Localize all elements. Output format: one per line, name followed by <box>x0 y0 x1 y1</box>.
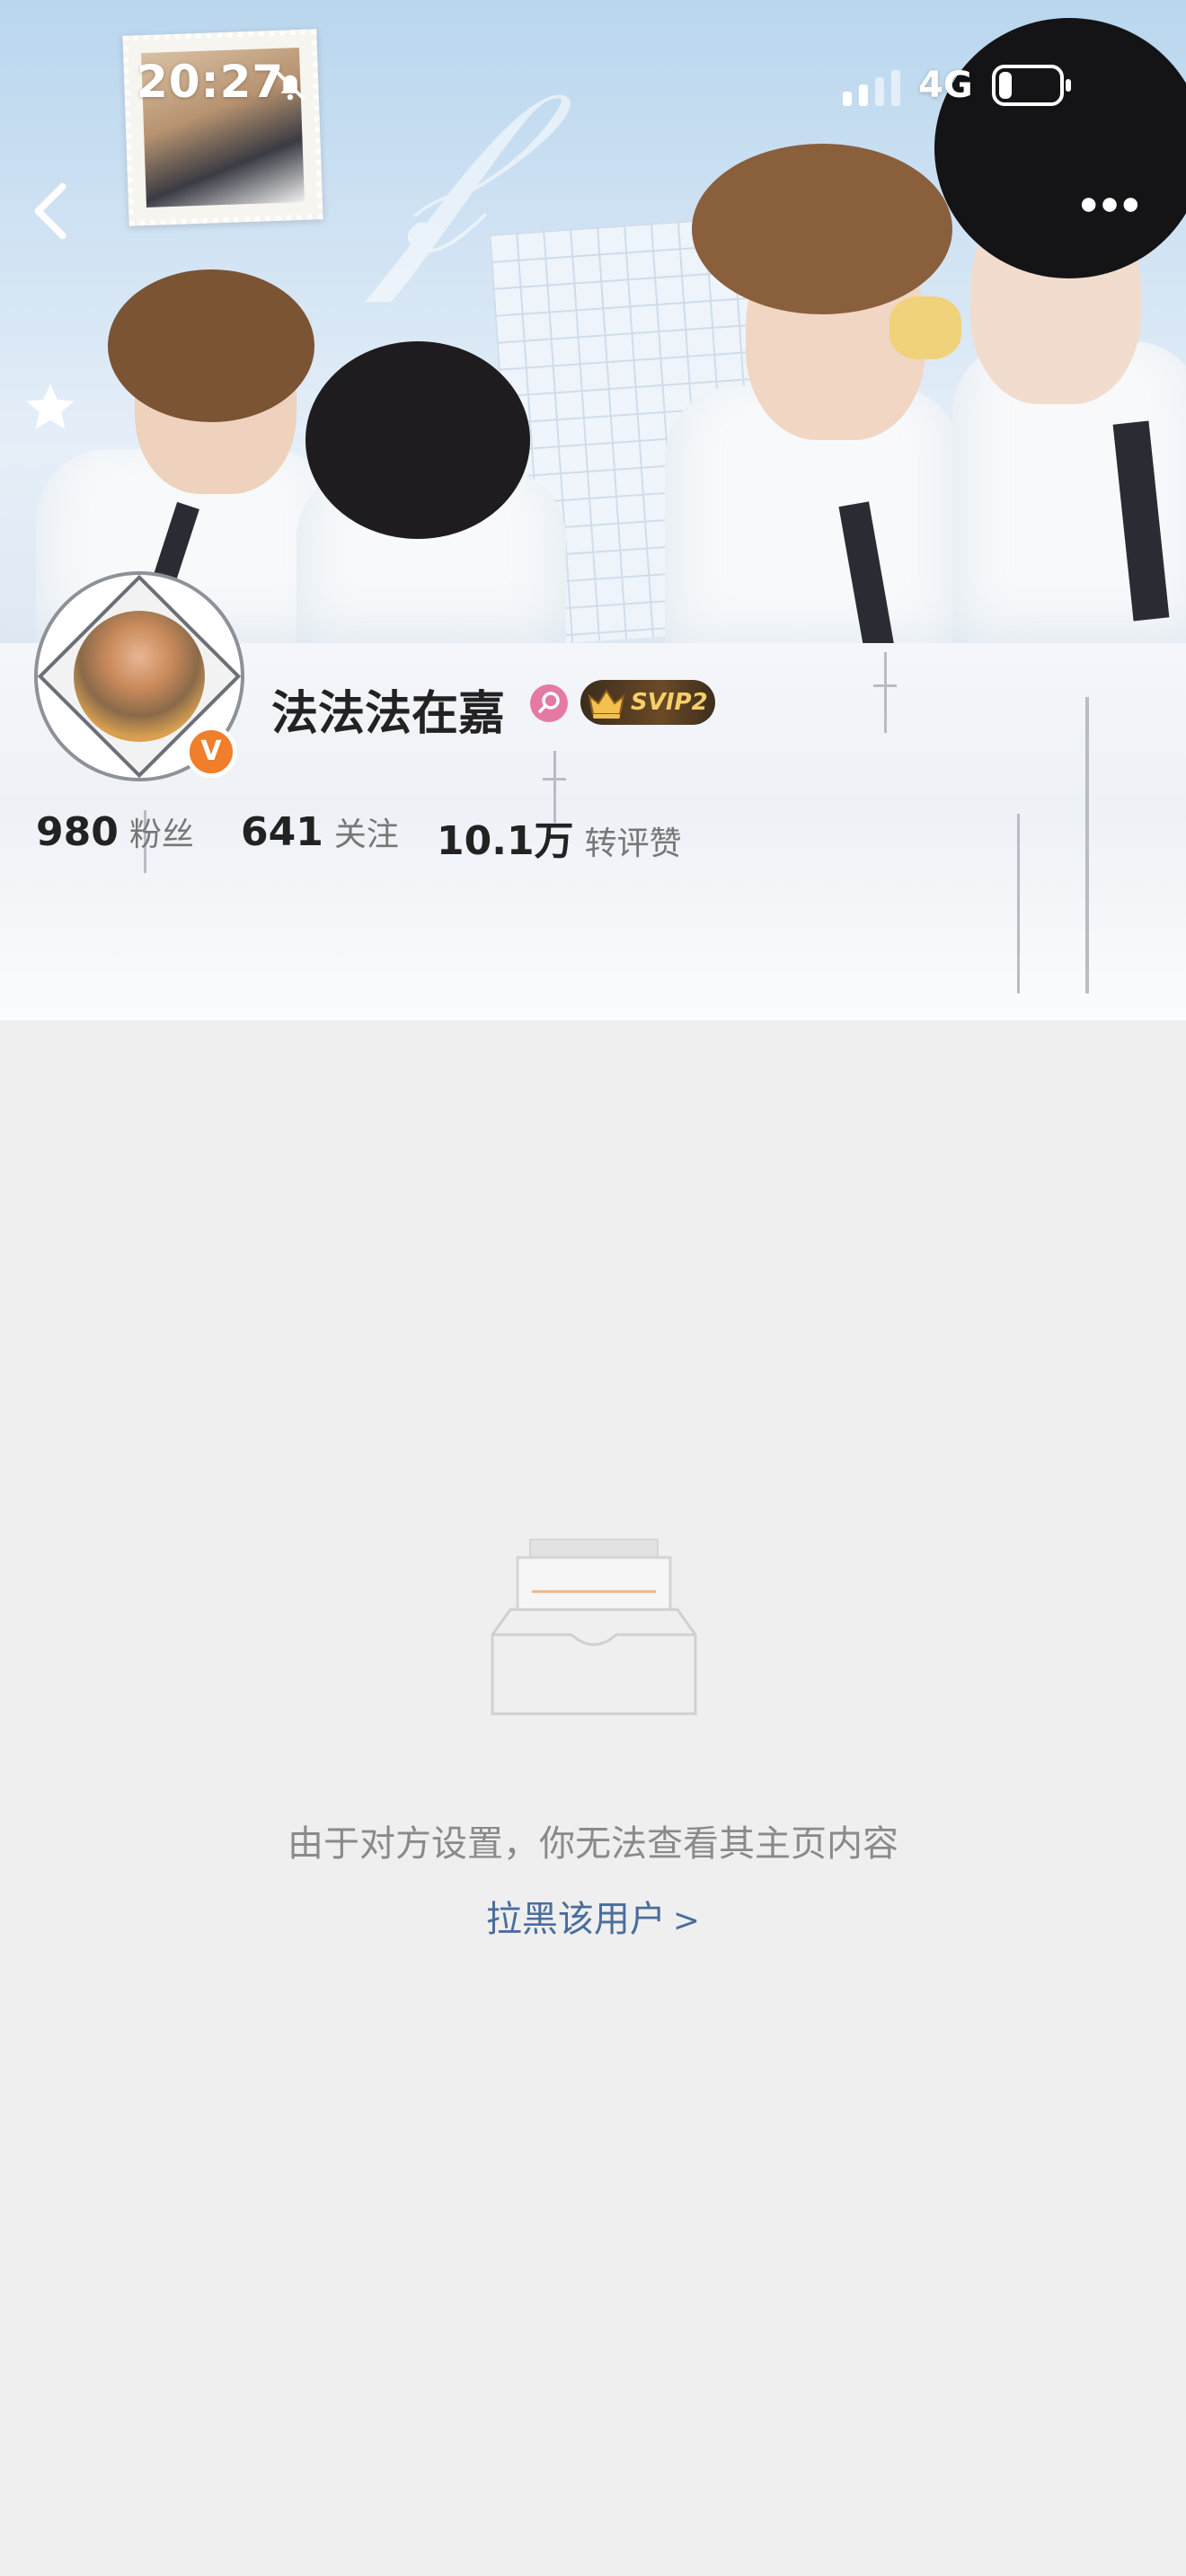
stat-following[interactable]: 641 关注 <box>241 808 399 855</box>
empty-state-message: 由于对方设置，你无法查看其主页内容 <box>288 1823 898 1865</box>
stat-label: 粉丝 <box>128 816 194 853</box>
battery-icon <box>992 65 1071 106</box>
verified-badge: V <box>185 726 237 778</box>
stat-value: 980 <box>36 809 119 855</box>
decorative-divider <box>1017 814 1020 993</box>
cover-figure <box>890 296 961 359</box>
stat-label: 关注 <box>333 816 399 853</box>
stat-interactions[interactable]: 10.1万 转评赞 <box>437 808 682 866</box>
more-icon[interactable] <box>1078 180 1141 234</box>
block-user-link[interactable]: 拉黑该用户 > <box>0 1890 1186 1942</box>
cover-figure <box>305 341 530 539</box>
female-icon <box>530 684 568 722</box>
cover-figure <box>108 269 314 422</box>
crown-icon <box>588 689 625 719</box>
empty-inbox-icon <box>491 1539 697 1716</box>
decorative-divider <box>1085 697 1089 993</box>
svip-badge[interactable]: SVIP2 <box>580 680 715 725</box>
stat-value: 641 <box>241 809 323 855</box>
svip-label: SVIP2 <box>631 689 708 716</box>
stat-followers[interactable]: 980 粉丝 <box>36 808 194 855</box>
chevron-right-icon: > <box>672 1902 701 1939</box>
profile-username: 法法法在嘉 <box>271 687 506 741</box>
decorative-divider <box>543 778 566 781</box>
decorative-divider <box>884 652 887 733</box>
status-bar: 20:27 4G <box>0 0 1186 171</box>
network-type: 4G <box>918 65 973 106</box>
status-time: 20:27 <box>137 56 285 108</box>
signal-icon <box>843 70 900 106</box>
block-user-label: 拉黑该用户 <box>485 1899 666 1940</box>
chevron-left-icon[interactable] <box>23 180 77 243</box>
stat-label: 转评赞 <box>584 825 682 862</box>
decorative-divider <box>873 684 897 687</box>
stat-value: 10.1万 <box>437 818 574 864</box>
bell-off-icon <box>274 69 306 101</box>
star-icon <box>26 384 75 429</box>
